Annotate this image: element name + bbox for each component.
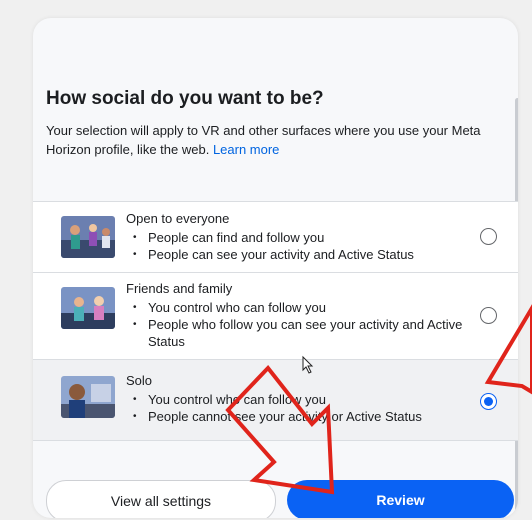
option-title: Friends and family [126, 281, 233, 296]
option-bullets: You control who can follow you People ca… [133, 391, 422, 425]
open-to-everyone-thumbnail [61, 216, 115, 258]
radio-open-to-everyone[interactable] [480, 228, 497, 245]
view-all-settings-button[interactable]: View all settings [46, 480, 276, 518]
option-bullet: People cannot see your activity or Activ… [133, 408, 422, 425]
dialog-subtitle: Your selection will apply to VR and othe… [46, 121, 511, 159]
visibility-options: Open to everyone People can find and fol… [33, 201, 518, 441]
option-title: Open to everyone [126, 211, 230, 226]
option-bullet: You control who can follow you [133, 391, 422, 408]
option-bullet: People can find and follow you [133, 229, 414, 246]
review-button[interactable]: Review [287, 480, 514, 518]
option-bullets: You control who can follow you People wh… [133, 299, 478, 350]
solo-thumbnail [61, 376, 115, 418]
dialog-title: How social do you want to be? [46, 88, 324, 109]
radio-solo[interactable] [480, 393, 497, 410]
option-bullets: People can find and follow you People ca… [133, 229, 414, 263]
option-bullet: People can see your activity and Active … [133, 246, 414, 263]
learn-more-link[interactable]: Learn more [213, 142, 279, 157]
option-solo[interactable]: Solo You control who can follow you Peop… [33, 360, 518, 441]
radio-friends-and-family[interactable] [480, 307, 497, 324]
privacy-dialog: How social do you want to be? Your selec… [33, 18, 518, 518]
friends-and-family-thumbnail [61, 287, 115, 329]
option-title: Solo [126, 373, 153, 388]
option-bullet: People who follow you can see your activ… [133, 316, 478, 350]
option-open-to-everyone[interactable]: Open to everyone People can find and fol… [33, 202, 518, 273]
option-bullet: You control who can follow you [133, 299, 478, 316]
option-friends-and-family[interactable]: Friends and family You control who can f… [33, 273, 518, 360]
